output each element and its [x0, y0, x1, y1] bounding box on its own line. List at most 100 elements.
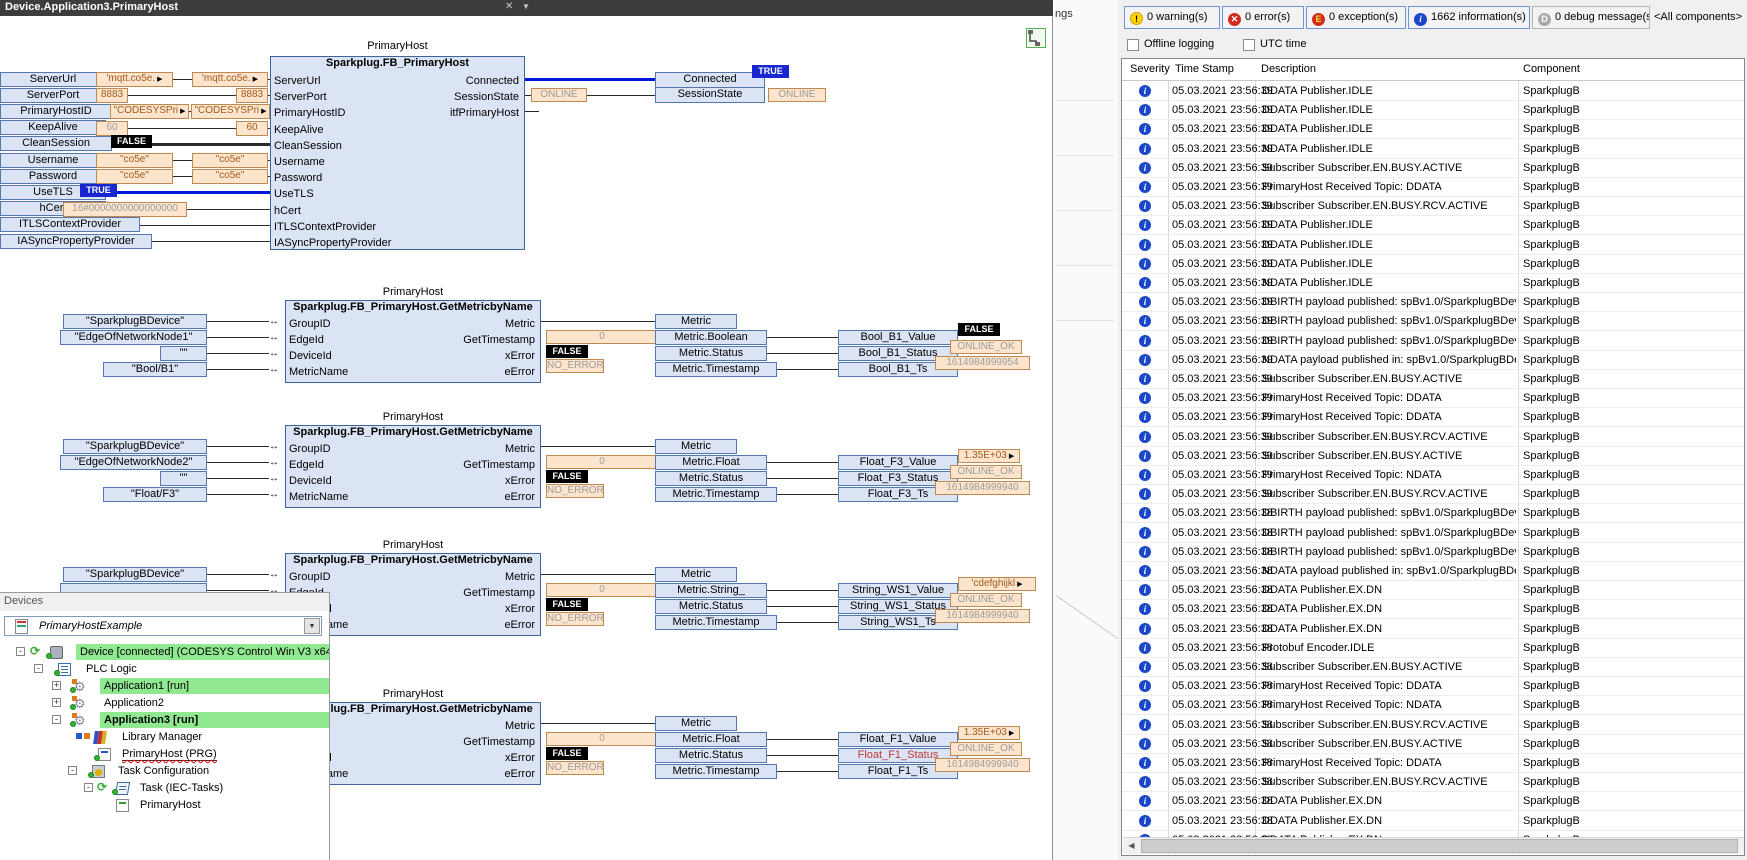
log-row[interactable]: i05.03.2021 23:56:38DDATA Publisher.EX.D…: [1122, 812, 1744, 831]
log-row[interactable]: i05.03.2021 23:56:39DDATA Publisher.IDLE…: [1122, 101, 1744, 120]
metric-field-box[interactable]: Metric.Timestamp: [655, 487, 777, 502]
tree-item[interactable]: Library Manager: [0, 729, 330, 746]
watch-value-box[interactable]: 0: [546, 455, 658, 469]
column-header[interactable]: Severity: [1130, 63, 1170, 75]
log-row[interactable]: i05.03.2021 23:56:39Subscriber Subscribe…: [1122, 159, 1744, 178]
metric-field-box[interactable]: Metric.Status: [655, 346, 767, 361]
input-variable[interactable]: "EdgeOfNetworkNode1": [60, 330, 207, 345]
collapse-icon[interactable]: -: [16, 647, 25, 656]
component-filter-dropdown[interactable]: <All components>: [1654, 6, 1746, 29]
log-row[interactable]: i05.03.2021 23:56:38Protobuf Encoder.IDL…: [1122, 639, 1744, 658]
collapse-icon[interactable]: -: [52, 715, 61, 724]
watch-value-box[interactable]: 1.35E+03▶: [958, 449, 1020, 463]
metric-field-box[interactable]: Metric.Status: [655, 599, 767, 614]
watch-value-box[interactable]: "co5e": [96, 169, 173, 184]
log-row[interactable]: i05.03.2021 23:56:38Subscriber Subscribe…: [1122, 716, 1744, 735]
log-row[interactable]: i05.03.2021 23:56:39DDATA Publisher.IDLE…: [1122, 236, 1744, 255]
metric-field-box[interactable]: Metric: [655, 439, 737, 454]
log-row[interactable]: i05.03.2021 23:56:39DBIRTH payload publi…: [1122, 332, 1744, 351]
horizontal-scrollbar[interactable]: ◀: [1123, 837, 1744, 854]
window-menu-icon[interactable]: ▼: [522, 2, 530, 11]
output-variable[interactable]: Float_F3_Value: [838, 455, 958, 470]
output-variable[interactable]: Float_F1_Value: [838, 732, 958, 747]
chevron-down-icon[interactable]: ▼: [304, 618, 320, 634]
tree-item[interactable]: -⟳Task (IEC-Tasks): [0, 780, 330, 797]
tree-item-label[interactable]: PrimaryHost (PRG): [122, 748, 217, 761]
log-row[interactable]: i05.03.2021 23:56:38NDATA payload publis…: [1122, 562, 1744, 581]
watch-value-box[interactable]: "co5e": [192, 169, 268, 184]
tree-item-label[interactable]: PLC Logic: [86, 663, 137, 675]
tree-item[interactable]: +⚙Application2: [0, 695, 330, 712]
watch-value-box[interactable]: 1614984999940: [935, 481, 1030, 495]
watch-value-box[interactable]: 1614984999954: [935, 356, 1030, 370]
tree-item[interactable]: - PLC Logic: [0, 661, 330, 678]
watch-value-box[interactable]: NO_ERROR: [546, 359, 604, 373]
watch-value-box[interactable]: ONLINE_OK: [950, 593, 1022, 607]
watch-value-box[interactable]: ONLINE_OK: [950, 340, 1022, 354]
tree-item[interactable]: PrimaryHost (PRG): [0, 746, 330, 763]
watch-value-box[interactable]: NO_ERROR: [546, 612, 604, 626]
watch-value-box[interactable]: 0: [546, 330, 658, 344]
column-header[interactable]: Time Stamp: [1175, 63, 1234, 75]
metric-field-box[interactable]: Metric.Timestamp: [655, 362, 777, 377]
log-filter-exception[interactable]: E0 exception(s): [1306, 6, 1406, 29]
watch-value-box[interactable]: 'cdefghijkl▶: [958, 577, 1036, 591]
watch-value-box[interactable]: ONLINE: [531, 88, 587, 102]
watch-value-box[interactable]: "co5e": [96, 153, 173, 168]
log-row[interactable]: i05.03.2021 23:56:39PrimaryHost Received…: [1122, 466, 1744, 485]
log-row[interactable]: i05.03.2021 23:56:39Subscriber Subscribe…: [1122, 197, 1744, 216]
watch-value-box[interactable]: "CODESYSPri▶: [191, 104, 270, 119]
log-row[interactable]: i05.03.2021 23:56:39DBIRTH payload publi…: [1122, 312, 1744, 331]
output-variable[interactable]: Connected: [655, 72, 765, 88]
log-row[interactable]: i05.03.2021 23:56:38PrimaryHost Received…: [1122, 677, 1744, 696]
log-row[interactable]: i05.03.2021 23:56:39DDATA Publisher.IDLE…: [1122, 82, 1744, 101]
tree-item-label[interactable]: Application3 [run]: [104, 714, 198, 726]
metric-field-box[interactable]: Metric.Timestamp: [655, 764, 777, 779]
watch-value-box[interactable]: 16#0000000000000000: [63, 202, 187, 217]
log-row[interactable]: i05.03.2021 23:56:39Subscriber Subscribe…: [1122, 447, 1744, 466]
tree-item[interactable]: -⚙Application3 [run]: [0, 712, 330, 729]
log-row[interactable]: i05.03.2021 23:56:38DDATA Publisher.EX.D…: [1122, 581, 1744, 600]
collapse-icon[interactable]: -: [34, 664, 43, 673]
log-row[interactable]: i05.03.2021 23:56:39DDATA Publisher.IDLE…: [1122, 120, 1744, 139]
watch-value-box[interactable]: 60: [236, 121, 268, 136]
log-row[interactable]: i05.03.2021 23:56:38Subscriber Subscribe…: [1122, 735, 1744, 754]
input-variable[interactable]: "Float/F3": [103, 487, 207, 502]
scrollbar-thumb[interactable]: [1141, 839, 1738, 853]
log-row[interactable]: i05.03.2021 23:56:39Subscriber Subscribe…: [1122, 485, 1744, 504]
log-filter-warning[interactable]: !0 warning(s): [1124, 6, 1220, 29]
collapse-icon[interactable]: -: [68, 766, 77, 775]
watch-value-box[interactable]: ONLINE: [768, 88, 826, 102]
watch-value-box[interactable]: 0: [546, 732, 658, 746]
watch-value-box[interactable]: 8883: [236, 88, 268, 103]
metric-field-box[interactable]: Metric.Float: [655, 732, 767, 747]
watch-value-box[interactable]: 0: [546, 583, 658, 597]
log-row[interactable]: i05.03.2021 23:56:39Subscriber Subscribe…: [1122, 428, 1744, 447]
tree-item[interactable]: -Task Configuration: [0, 763, 330, 780]
tree-item-label[interactable]: Application1 [run]: [104, 680, 189, 692]
watch-value-box[interactable]: NO_ERROR: [546, 484, 604, 498]
tree-item[interactable]: PrimaryHost: [0, 797, 330, 814]
tree-item-label[interactable]: PrimaryHost: [140, 799, 201, 811]
column-header[interactable]: Description: [1261, 63, 1316, 75]
tree-item-label[interactable]: Application2: [104, 697, 164, 709]
log-row[interactable]: i05.03.2021 23:56:39PrimaryHost Received…: [1122, 178, 1744, 197]
log-row[interactable]: i05.03.2021 23:56:38DDATA Publisher.EX.D…: [1122, 620, 1744, 639]
input-variable[interactable]: ServerPort: [0, 88, 106, 103]
metric-field-box[interactable]: Metric.Boolean: [655, 330, 767, 345]
input-variable[interactable]: "SparkplugBDevice": [63, 439, 207, 454]
log-filter-information[interactable]: i1662 information(s): [1408, 6, 1530, 29]
scroll-left-icon[interactable]: ◀: [1123, 838, 1140, 854]
output-variable[interactable]: Bool_B1_Value: [838, 330, 958, 345]
metric-field-box[interactable]: Metric.Timestamp: [655, 615, 777, 630]
tree-item[interactable]: -⟳Device [connected] (CODESYS Control Wi…: [0, 644, 330, 661]
watch-value-box[interactable]: 1614984999940: [935, 609, 1030, 623]
log-row[interactable]: i05.03.2021 23:56:39PrimaryHost Received…: [1122, 408, 1744, 427]
watch-value-box[interactable]: 1614984999940: [935, 758, 1030, 772]
log-row[interactable]: i05.03.2021 23:56:39DBIRTH payload publi…: [1122, 293, 1744, 312]
log-row[interactable]: i05.03.2021 23:56:39Subscriber Subscribe…: [1122, 370, 1744, 389]
watch-value-box[interactable]: ONLINE_OK: [950, 465, 1022, 479]
input-variable[interactable]: "EdgeOfNetworkNode2": [60, 455, 207, 470]
watch-value-box[interactable]: "CODESYSPri▶: [110, 104, 189, 119]
column-header[interactable]: Component: [1523, 63, 1580, 75]
